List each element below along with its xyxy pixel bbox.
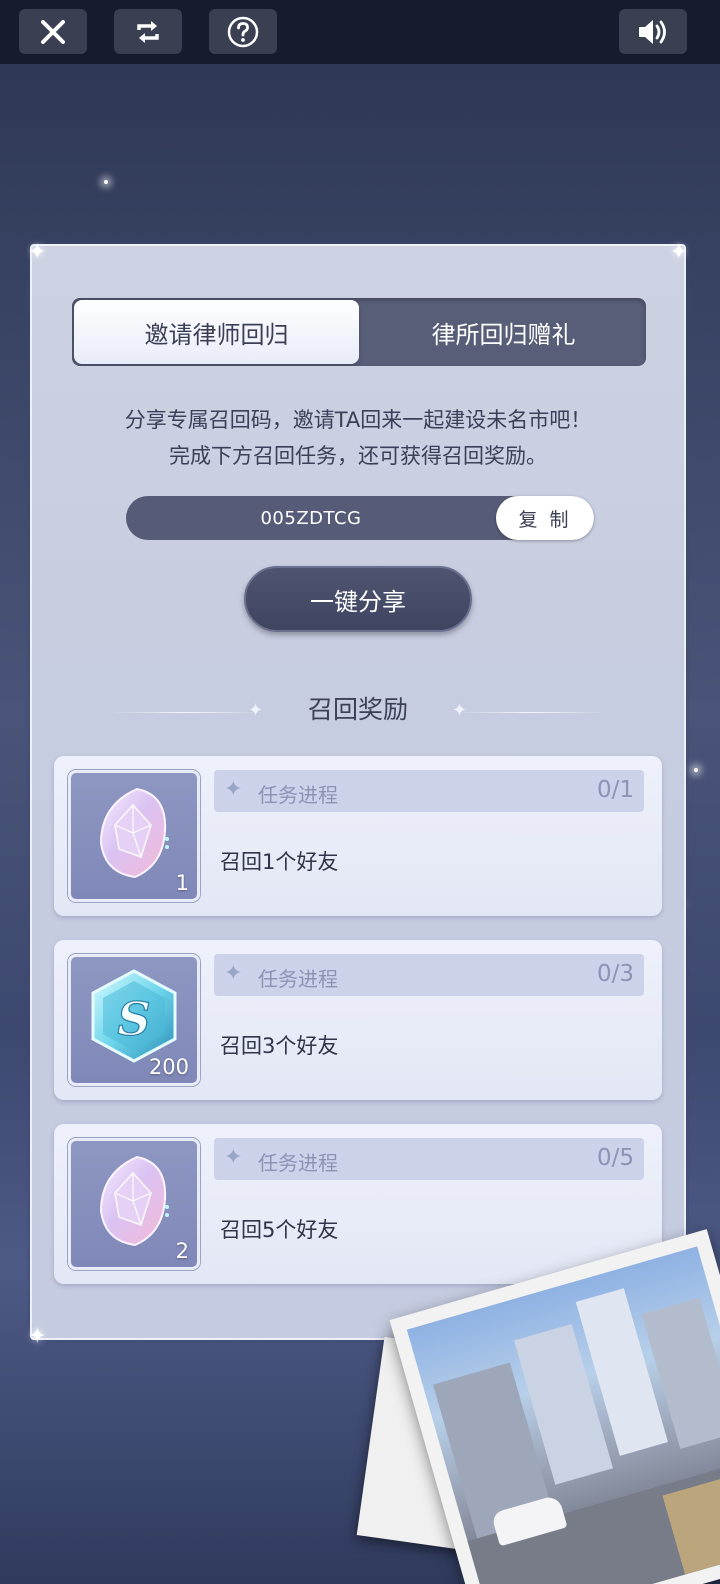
help-button[interactable] [209, 9, 277, 54]
task-card: 2 ✦ 任务进程 0/5 召回5个好友 [54, 1124, 662, 1284]
refresh-icon [137, 20, 159, 43]
task-card: S 200 ✦ 任务进程 0/3 召回3个好友 [54, 940, 662, 1100]
progress-label: 任务进程 [258, 1151, 338, 1175]
task-progress-bar: ✦ 任务进程 0/5 [214, 1138, 644, 1180]
tab-return-gift[interactable]: 律所回归赠礼 [361, 298, 646, 366]
sparkle-icon: ✦ [224, 961, 243, 986]
corner-sparkle-icon: ✦ [669, 240, 688, 265]
recall-code-bar: 005ZDTCG 复 制 [126, 496, 594, 540]
sparkle-icon: ✦ [224, 1145, 243, 1170]
item-count: 200 [148, 1055, 189, 1079]
reward-item[interactable]: S 200 [68, 954, 200, 1086]
task-description: 召回1个好友 [220, 850, 339, 874]
divider [456, 712, 606, 713]
share-button[interactable]: 一键分享 [244, 566, 472, 632]
sparkle-icon: ✦ [452, 700, 468, 721]
tab-bar: 邀请律师回归 律所回归赠礼 [72, 298, 646, 366]
svg-text:S: S [117, 992, 150, 1046]
help-icon [227, 16, 259, 47]
copy-button[interactable]: 复 制 [496, 496, 594, 540]
reward-item[interactable]: 2 [68, 1138, 200, 1270]
task-progress-bar: ✦ 任务进程 0/1 [214, 770, 644, 812]
tab-invite-lawyer[interactable]: 邀请律师回归 [74, 300, 359, 364]
intro-text: 分享专属召回码，邀请TA回来一起建设未名市吧！ 完成下方召回任务，还可获得召回奖… [32, 402, 684, 474]
task-description: 召回5个好友 [220, 1218, 339, 1242]
task-card: 1 ✦ 任务进程 0/1 召回1个好友 [54, 756, 662, 916]
progress-value: 0/5 [596, 1145, 634, 1171]
progress-value: 0/3 [596, 961, 634, 987]
sound-button[interactable] [619, 9, 687, 54]
recall-panel: ✦ ✦ ✦ 邀请律师回归 律所回归赠礼 分享专属召回码，邀请TA回来一起建设未名… [28, 240, 688, 1348]
intro-line-2: 完成下方召回任务，还可获得召回奖励。 [169, 444, 547, 468]
progress-value: 0/1 [596, 777, 634, 803]
corner-sparkle-icon: ✦ [28, 240, 47, 265]
corner-sparkle-icon: ✦ [28, 1324, 47, 1349]
sparkle-decoration [694, 768, 698, 772]
task-description: 召回3个好友 [220, 1034, 339, 1058]
intro-line-1: 分享专属召回码，邀请TA回来一起建设未名市吧！ [124, 408, 592, 432]
recall-code: 005ZDTCG [260, 507, 362, 529]
task-progress-bar: ✦ 任务进程 0/3 [214, 954, 644, 996]
reward-item[interactable]: 1 [68, 770, 200, 902]
progress-label: 任务进程 [258, 967, 338, 991]
item-count: 2 [175, 1239, 189, 1263]
item-count: 1 [175, 871, 189, 895]
close-button[interactable] [19, 9, 87, 54]
sound-icon [639, 19, 666, 44]
rewards-title: 召回奖励 [307, 695, 408, 724]
sparkle-decoration [104, 180, 108, 184]
sparkle-icon: ✦ [224, 777, 243, 802]
top-bar [0, 0, 720, 64]
close-icon [41, 19, 65, 44]
progress-label: 任务进程 [258, 783, 338, 807]
refresh-button[interactable] [114, 9, 182, 54]
